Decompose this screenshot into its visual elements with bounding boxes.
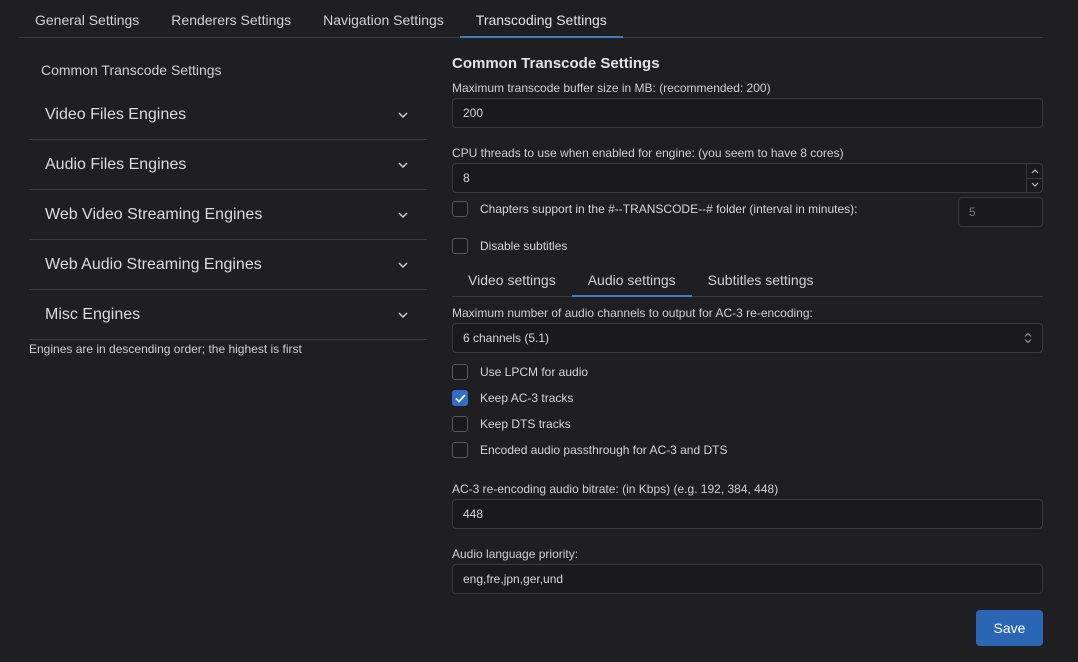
accordion-label: Web Video Streaming Engines (45, 205, 263, 223)
section-title: Common Transcode Settings (452, 55, 660, 72)
ac3-bitrate-label: AC-3 re-encoding audio bitrate: (in Kbps… (452, 482, 779, 496)
save-button[interactable]: Save (976, 610, 1043, 646)
checkmark-icon (454, 393, 466, 403)
accordion-video-files-engines[interactable]: Video Files Engines (29, 90, 427, 140)
chevron-up-icon (1031, 168, 1038, 174)
stepper-up-button[interactable] (1027, 164, 1042, 178)
common-transcode-settings-panel: Common Transcode Settings Maximum transc… (452, 50, 1043, 594)
tab-audio-settings[interactable]: Audio settings (571, 263, 692, 297)
ac3-bitrate-input[interactable] (452, 499, 1043, 529)
disable-subtitles-row: Disable subtitles (452, 233, 1043, 259)
passthrough-row: Encoded audio passthrough for AC-3 and D… (452, 437, 1043, 463)
cpu-threads-input[interactable] (452, 163, 1043, 193)
buffer-size-input[interactable] (452, 98, 1043, 128)
audio-passthrough-checkbox[interactable] (452, 442, 468, 458)
accordion-label: Misc Engines (45, 305, 141, 323)
tab-video-settings[interactable]: Video settings (452, 263, 572, 297)
accordion-web-audio-streaming-engines[interactable]: Web Audio Streaming Engines (29, 240, 427, 290)
select-arrows-icon (1024, 332, 1032, 344)
accordion-label: Video Files Engines (45, 105, 187, 123)
engines-order-note: Engines are in descending order; the hig… (29, 342, 302, 356)
cpu-threads-stepper (452, 163, 1043, 193)
keep-ac3-row: Keep AC-3 tracks (452, 385, 1043, 411)
chevron-down-icon (398, 261, 408, 268)
cpu-threads-label: CPU threads to use when enabled for engi… (452, 146, 844, 160)
disable-subtitles-label: Disable subtitles (480, 239, 568, 253)
keep-dts-checkbox[interactable] (452, 416, 468, 432)
audio-language-label: Audio language priority: (452, 547, 579, 561)
stepper-down-button[interactable] (1027, 177, 1042, 193)
chevron-down-icon (398, 161, 408, 168)
chapters-support-checkbox[interactable] (452, 201, 468, 217)
accordion-misc-engines[interactable]: Misc Engines (29, 290, 427, 340)
use-lpcm-label: Use LPCM for audio (480, 365, 589, 379)
chevron-down-icon (1031, 182, 1038, 188)
chevron-down-icon (398, 311, 408, 318)
audio-language-input[interactable] (452, 564, 1043, 594)
audio-passthrough-label: Encoded audio passthrough for AC-3 and D… (480, 443, 728, 457)
common-transcode-settings-link[interactable]: Common Transcode Settings (29, 50, 427, 90)
audio-channels-value: 6 channels (5.1) (463, 331, 550, 345)
stepper-buttons (1026, 164, 1042, 192)
tab-navigation-settings[interactable]: Navigation Settings (307, 0, 460, 38)
keep-ac3-checkbox[interactable] (452, 390, 468, 406)
chevron-down-icon (398, 111, 408, 118)
use-lpcm-checkbox[interactable] (452, 364, 468, 380)
keep-dts-label: Keep DTS tracks (480, 417, 571, 431)
lpcm-row: Use LPCM for audio (452, 359, 1043, 385)
tab-transcoding-settings[interactable]: Transcoding Settings (459, 0, 623, 38)
chapters-interval-input[interactable] (958, 197, 1043, 227)
chevron-down-icon (398, 211, 408, 218)
tab-general-settings[interactable]: General Settings (19, 0, 155, 38)
accordion-label: Web Audio Streaming Engines (45, 255, 262, 273)
settings-sub-tab-bar: Video settings Audio settings Subtitles … (452, 263, 1043, 297)
tab-renderers-settings[interactable]: Renderers Settings (155, 0, 307, 38)
audio-channels-label: Maximum number of audio channels to outp… (452, 306, 813, 320)
accordion-audio-files-engines[interactable]: Audio Files Engines (29, 140, 427, 190)
chapters-row: Chapters support in the #--TRANSCODE--# … (452, 196, 1043, 228)
chapters-support-label: Chapters support in the #--TRANSCODE--# … (480, 202, 858, 216)
disable-subtitles-checkbox[interactable] (452, 238, 468, 254)
tab-subtitles-settings[interactable]: Subtitles settings (692, 263, 830, 297)
engines-panel: Common Transcode Settings Video Files En… (29, 50, 427, 356)
keep-dts-row: Keep DTS tracks (452, 411, 1043, 437)
buffer-size-label: Maximum transcode buffer size in MB: (re… (452, 81, 771, 95)
accordion-web-video-streaming-engines[interactable]: Web Video Streaming Engines (29, 190, 427, 240)
top-tab-bar: General Settings Renderers Settings Navi… (19, 0, 1043, 38)
accordion-label: Audio Files Engines (45, 155, 187, 173)
keep-ac3-label: Keep AC-3 tracks (480, 391, 574, 405)
audio-channels-select[interactable]: 6 channels (5.1) (452, 323, 1043, 353)
